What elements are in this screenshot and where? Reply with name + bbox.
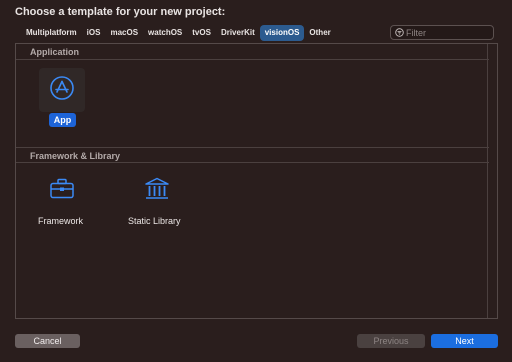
template-label-framework: Framework (38, 216, 84, 226)
filter-icon (395, 28, 404, 37)
next-button[interactable]: Next (431, 334, 498, 348)
platform-tabs: Multiplatform iOS macOS watchOS tvOS Dri… (21, 25, 336, 41)
tab-multiplatform[interactable]: Multiplatform (21, 25, 82, 41)
app-store-icon (50, 76, 74, 100)
library-columns-icon (145, 177, 169, 199)
template-label-app: App (49, 113, 76, 127)
tab-driverkit[interactable]: DriverKit (216, 25, 260, 41)
platform-tab-bar: Multiplatform iOS macOS watchOS tvOS Dri… (15, 23, 497, 43)
tab-ios[interactable]: iOS (82, 25, 106, 41)
tab-tvos[interactable]: tvOS (187, 25, 216, 41)
filter-field[interactable] (390, 25, 494, 40)
dialog-title: Choose a template for your new project: (15, 6, 226, 18)
tab-watchos[interactable]: watchOS (143, 25, 187, 41)
template-panel: Application App Framework & Library Fram… (15, 43, 498, 319)
template-label-static-library: Static Library (128, 216, 181, 226)
scroll-gutter (487, 44, 497, 318)
cancel-button[interactable]: Cancel (15, 334, 80, 348)
section-header-framework-library: Framework & Library (16, 147, 489, 163)
tab-other[interactable]: Other (304, 25, 335, 41)
toolbox-icon (50, 178, 74, 199)
section-header-application: Application (16, 44, 489, 60)
tab-macos[interactable]: macOS (105, 25, 143, 41)
tab-visionos[interactable]: visionOS (259, 25, 305, 41)
filter-input[interactable] (406, 26, 491, 39)
previous-button[interactable]: Previous (357, 334, 425, 348)
